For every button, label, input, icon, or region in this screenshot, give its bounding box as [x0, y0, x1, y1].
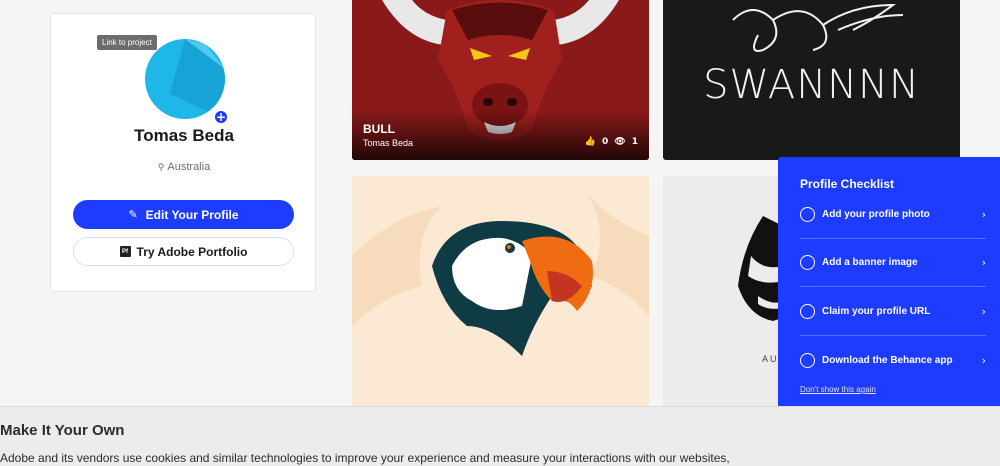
- edit-profile-button[interactable]: ✎ Edit Your Profile: [73, 200, 294, 229]
- avatar-wrap: +: [145, 39, 229, 125]
- project-stats: 👍 0 👁 1: [585, 137, 638, 147]
- appreciation-count: 0: [602, 137, 609, 147]
- chevron-right-icon: ›: [981, 208, 986, 221]
- profile-checklist-panel: Profile Checklist Add your profile photo…: [778, 157, 1000, 406]
- chevron-right-icon: ›: [981, 353, 986, 367]
- profile-card: + Link to project Tomas Beda ⚲ Australia …: [50, 13, 316, 292]
- unchecked-circle-icon: [800, 352, 815, 368]
- try-adobe-portfolio-label: Try Adobe Portfolio: [136, 244, 248, 259]
- profile-name: Tomas Beda: [134, 126, 234, 145]
- try-adobe-portfolio-button[interactable]: Pf Try Adobe Portfolio: [73, 237, 294, 266]
- checklist-item-banner-image[interactable]: Add a banner image ›: [800, 239, 986, 287]
- checklist-item-profile-url[interactable]: Claim your profile URL ›: [800, 288, 986, 336]
- checklist-item-label: Download the Behance app: [822, 354, 953, 366]
- cookie-title: Make It Your Own: [0, 422, 125, 439]
- bull-caption-overlay: [352, 110, 649, 160]
- dont-show-again-link[interactable]: Don't show this again: [800, 385, 876, 394]
- link-to-project-tooltip: Link to project: [97, 35, 157, 50]
- adobe-portfolio-icon: Pf: [119, 246, 131, 257]
- project-tile-eagle[interactable]: [352, 176, 649, 406]
- cookie-text: Adobe and its vendors use cookies and si…: [0, 451, 730, 465]
- checklist-item-profile-photo[interactable]: Add your profile photo ›: [800, 191, 986, 239]
- add-photo-icon[interactable]: +: [213, 109, 229, 125]
- checklist-item-label: Add a banner image: [822, 257, 918, 268]
- pencil-icon: ✎: [128, 208, 138, 221]
- cookie-banner: Make It Your Own Adobe and its vendors u…: [0, 406, 1000, 466]
- eagle-illustration: [352, 186, 649, 356]
- project-owner[interactable]: Tomas Beda: [363, 138, 413, 148]
- checklist-item-behance-app[interactable]: Download the Behance app ›: [800, 336, 986, 384]
- project-tile-bull[interactable]: BULL Tomas Beda 👍 0 👁 1: [352, 0, 649, 160]
- project-tile-swan[interactable]: SWANNNN: [663, 0, 960, 160]
- project-title[interactable]: BULL: [363, 122, 395, 136]
- swan-logo-text: SWANNNN: [703, 62, 920, 108]
- view-count: 1: [631, 137, 638, 147]
- swan-line-art: [732, 3, 904, 52]
- profile-location: ⚲ Australia: [51, 161, 317, 173]
- location-text: Australia: [167, 161, 211, 173]
- avatar-shape: [170, 39, 225, 119]
- location-pin-icon: ⚲: [157, 163, 165, 173]
- chevron-right-icon: ›: [981, 305, 986, 318]
- unchecked-circle-icon: [800, 255, 815, 270]
- avatar[interactable]: [145, 39, 225, 119]
- checklist-title: Profile Checklist: [800, 177, 895, 191]
- checklist-item-label: Claim your profile URL: [822, 306, 931, 317]
- unchecked-circle-icon: [800, 304, 815, 319]
- checklist-item-label: Add your profile photo: [822, 209, 930, 220]
- thumbs-up-icon: 👍: [584, 137, 597, 147]
- eye-icon: 👁: [614, 137, 626, 147]
- chevron-right-icon: ›: [981, 256, 986, 269]
- unchecked-circle-icon: [800, 207, 815, 222]
- edit-profile-label: Edit Your Profile: [145, 207, 239, 222]
